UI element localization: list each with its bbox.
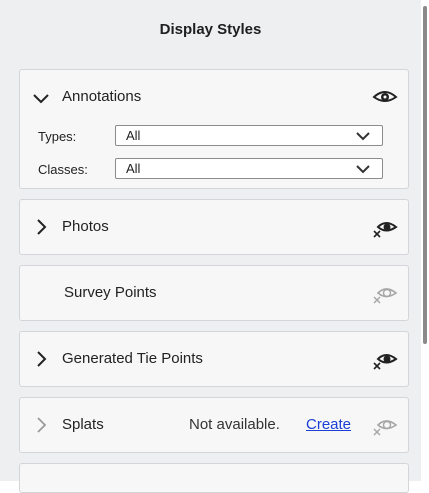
types-select[interactable]: All — [115, 125, 383, 146]
eye-crossed-icon — [373, 288, 398, 304]
chevron-down-icon — [356, 132, 370, 141]
classes-value: All — [126, 161, 141, 176]
types-label: Types: — [38, 129, 77, 144]
panel-title: Display Styles — [159, 20, 262, 38]
display-styles-panel: Display Styles Annotations Types: All Cl… — [0, 0, 421, 493]
eye-icon[interactable] — [372, 87, 398, 107]
photos-section[interactable]: Photos — [19, 199, 409, 255]
annotations-header[interactable]: Annotations — [20, 70, 408, 124]
annotations-title: Annotations — [62, 88, 142, 105]
photos-title: Photos — [62, 218, 109, 235]
annotations-section: Annotations Types: All Classes: All — [19, 69, 409, 189]
scrollbar[interactable] — [421, 0, 429, 481]
next-section — [19, 463, 409, 493]
eye-crossed-icon[interactable] — [372, 350, 398, 370]
chevron-right-icon — [37, 417, 47, 433]
scrollbar-thumb[interactable] — [423, 6, 427, 344]
types-value: All — [126, 128, 141, 143]
chevron-down-icon — [356, 165, 370, 174]
generated-tie-points-section[interactable]: Generated Tie Points — [19, 331, 409, 387]
chevron-right-icon[interactable] — [32, 218, 50, 236]
chevron-right-icon[interactable] — [32, 350, 50, 368]
create-splats-link[interactable]: Create — [306, 416, 351, 433]
survey-points-title: Survey Points — [64, 284, 157, 301]
generated-tie-points-title: Generated Tie Points — [62, 350, 203, 367]
splats-status: Not available. — [189, 416, 280, 433]
eye-crossed-icon — [373, 420, 398, 436]
chevron-down-icon[interactable] — [32, 90, 50, 108]
classes-select[interactable]: All — [115, 158, 383, 179]
survey-points-section: Survey Points — [19, 265, 409, 321]
splats-title: Splats — [62, 416, 104, 433]
classes-label: Classes: — [38, 162, 88, 177]
eye-crossed-icon[interactable] — [372, 218, 398, 238]
splats-section: Splats Not available. Create — [19, 397, 409, 453]
